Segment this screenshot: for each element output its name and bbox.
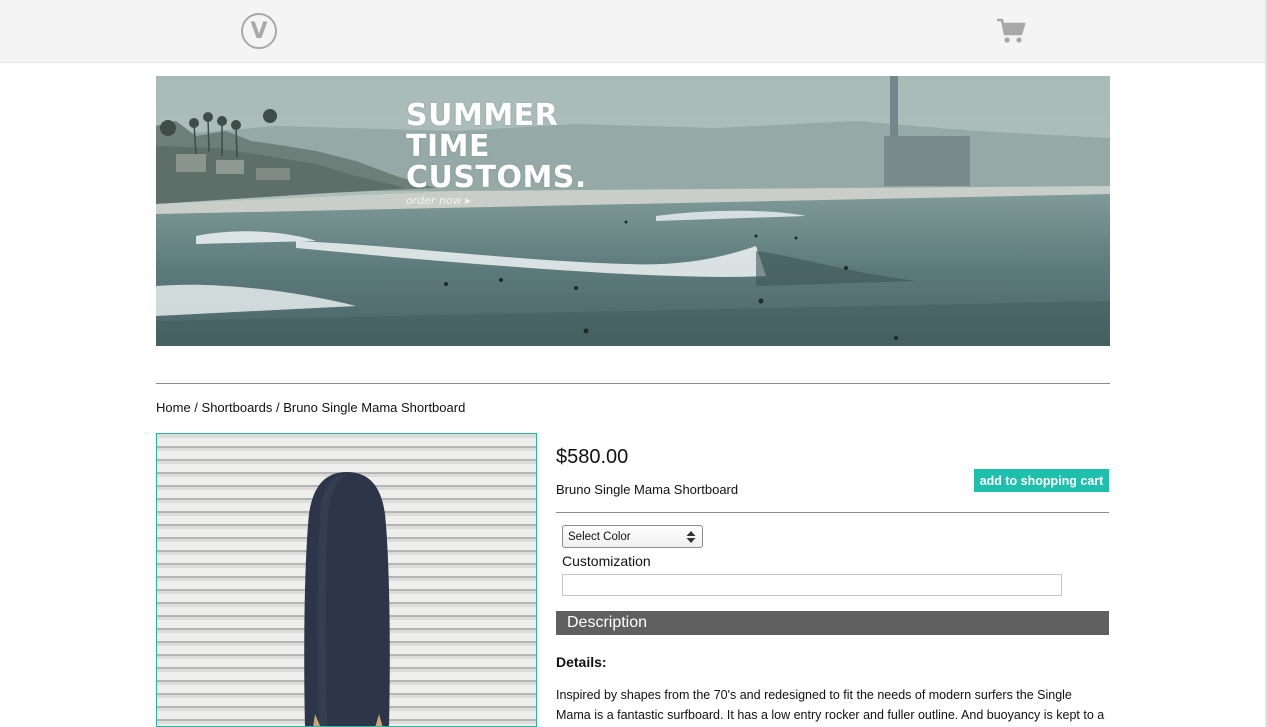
breadcrumb-current: Bruno Single Mama Shortboard — [283, 400, 466, 415]
banner-headline: SUMMER TIME CUSTOMS. — [406, 100, 587, 193]
brand-logo[interactable]: V — [241, 13, 277, 49]
color-select[interactable]: Select Color — [562, 525, 703, 548]
product-price: $580.00 — [556, 446, 629, 468]
select-arrows-icon — [686, 531, 696, 543]
section-divider — [156, 383, 1110, 384]
customization-label: Customization — [562, 553, 651, 569]
product-info-divider — [556, 512, 1109, 513]
breadcrumb-shortboards-link[interactable]: Shortboards — [202, 400, 273, 415]
surfboard-photo — [157, 434, 536, 726]
description-header[interactable]: Description — [556, 611, 1109, 635]
banner-headline-line: SUMMER — [406, 98, 559, 133]
promo-banner[interactable]: SUMMER TIME CUSTOMS. order now ▸ — [156, 76, 1110, 346]
logo-letter: V — [250, 18, 268, 44]
banner-ocean-image — [156, 76, 1110, 346]
top-navigation-bar: V — [0, 0, 1267, 63]
details-title: Details: — [556, 654, 607, 670]
order-now-link[interactable]: order now ▸ — [406, 194, 471, 207]
color-select-value: Select Color — [568, 531, 631, 543]
details-text: Inspired by shapes from the 70's and red… — [556, 688, 1105, 722]
product-name: Bruno Single Mama Shortboard — [556, 482, 739, 497]
banner-headline-line: CUSTOMS. — [406, 160, 587, 195]
product-image[interactable] — [156, 433, 537, 727]
customization-input[interactable] — [562, 574, 1062, 596]
shopping-cart-icon[interactable] — [996, 17, 1026, 45]
breadcrumb: Home / Shortboards / Bruno Single Mama S… — [156, 400, 465, 415]
add-to-cart-button[interactable]: add to shopping cart — [974, 469, 1109, 492]
breadcrumb-separator: / — [190, 400, 202, 415]
breadcrumb-separator: / — [272, 400, 284, 415]
breadcrumb-home-link[interactable]: Home — [156, 400, 191, 415]
banner-headline-line: TIME — [406, 129, 490, 164]
